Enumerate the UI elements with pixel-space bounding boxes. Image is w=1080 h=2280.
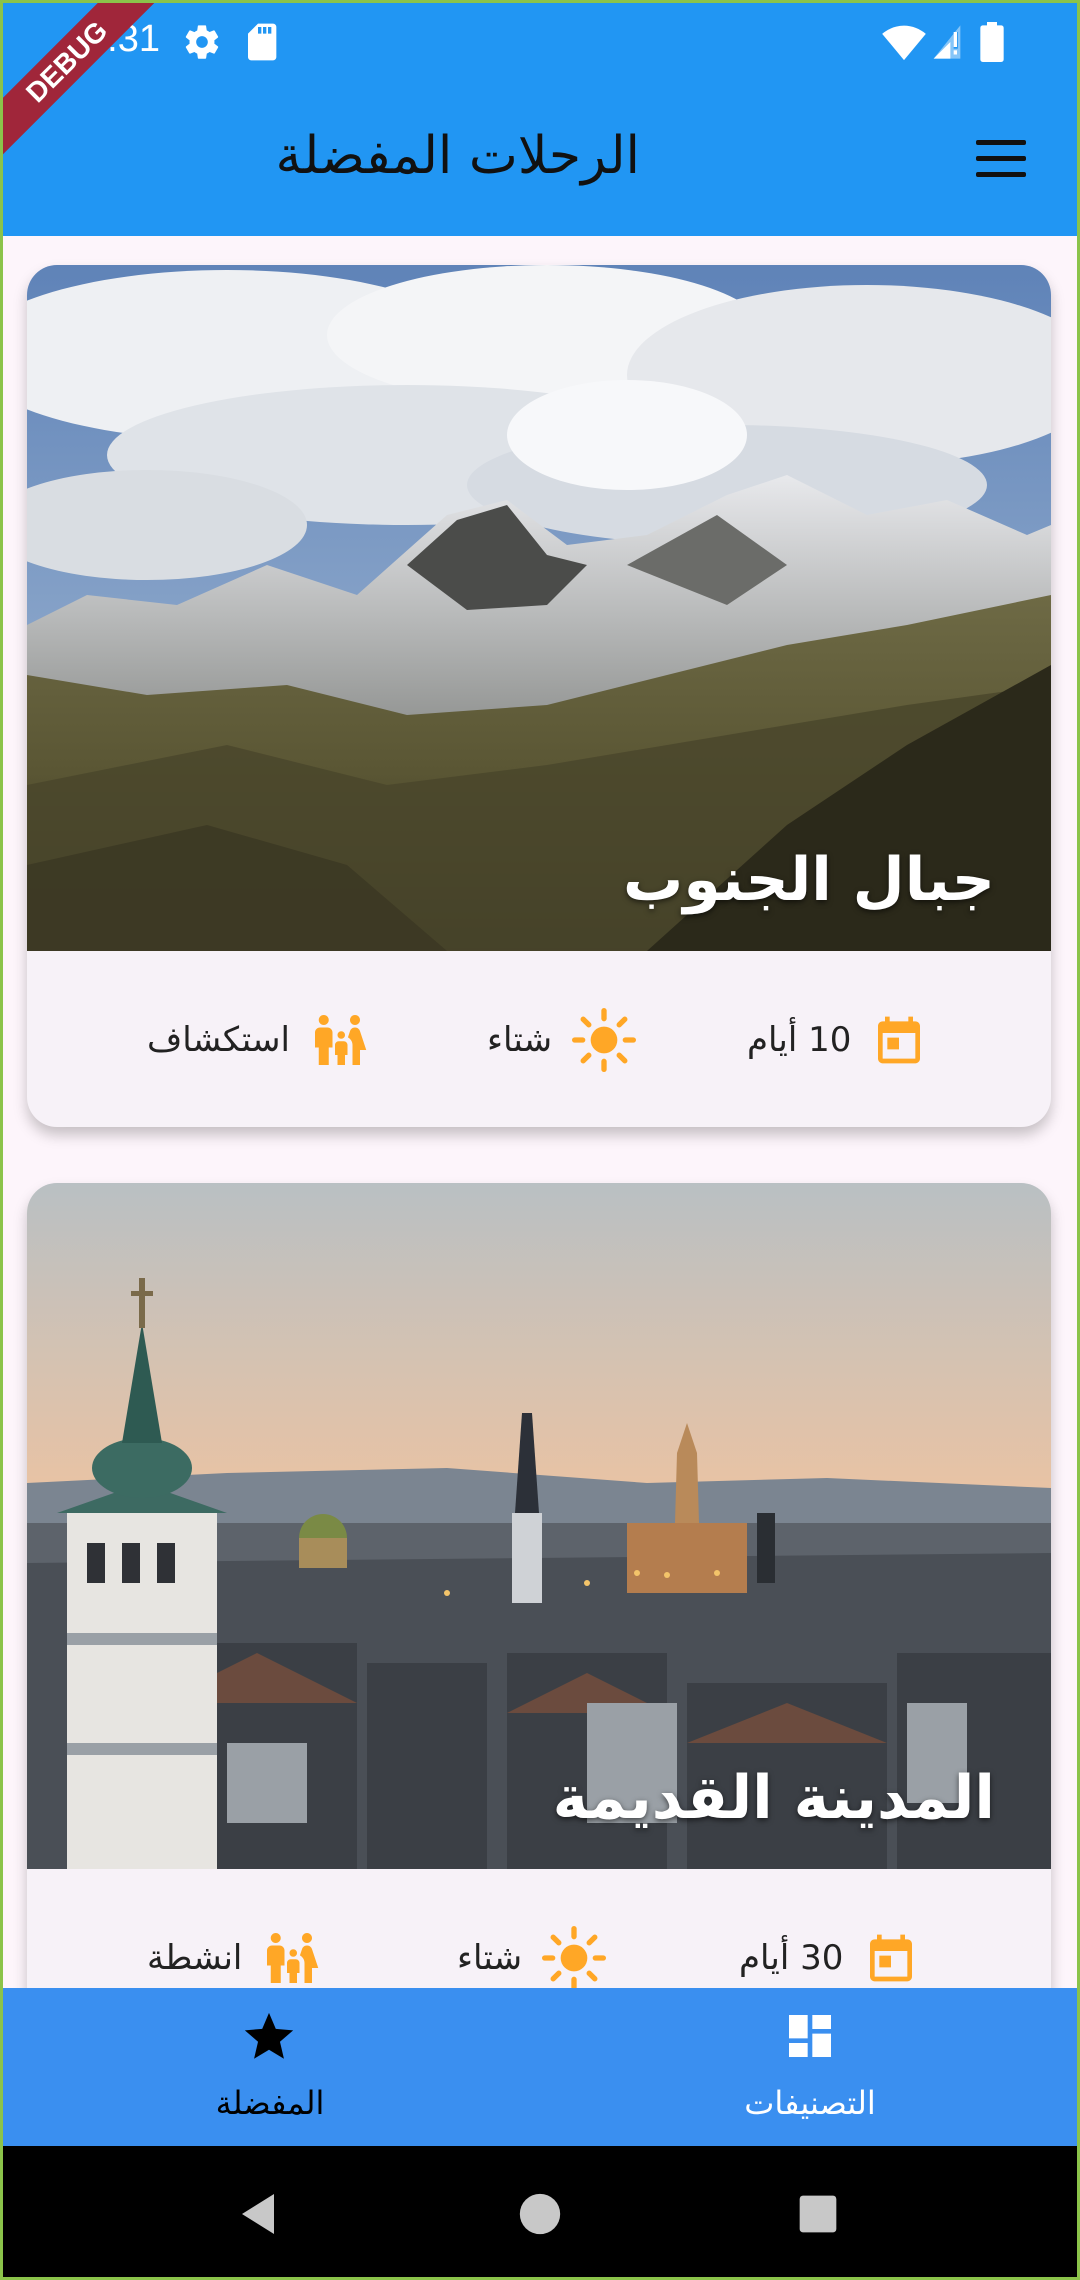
old-city-photo: المدينة القديمة (27, 1183, 1051, 1869)
menu-button[interactable] (972, 140, 1032, 180)
trip-type: انشطة (147, 1923, 322, 1993)
bottom-navigation: المفضلة التصنيفات (0, 1988, 1080, 2146)
trip-card[interactable]: جبال الجنوب 10 أيام شتاء استكشاف (27, 265, 1051, 1127)
calendar-icon (870, 1934, 913, 1982)
menu-icon-line (976, 156, 1026, 161)
nav-favorites-label: المفضلة (215, 2084, 325, 2122)
trip-duration: 10 أيام (747, 1005, 927, 1075)
system-navigation-bar (0, 2146, 1080, 2280)
wifi-icon (882, 25, 926, 61)
trip-duration-text: 10 أيام (747, 1020, 852, 1060)
family-icon (314, 1015, 367, 1065)
nav-categories-label: التصنيفات (744, 2084, 876, 2122)
menu-icon-line (976, 172, 1026, 177)
trip-type-text: انشطة (147, 1938, 243, 1978)
trip-season-text: شتاء (487, 1020, 553, 1060)
trip-card[interactable]: المدينة القديمة 30 أيام شتاء انشطة (27, 1183, 1051, 2083)
home-icon[interactable] (518, 2192, 562, 2236)
nav-favorites[interactable]: المفضلة (0, 1988, 540, 2146)
sun-icon (542, 1926, 607, 1990)
mountains-photo: جبال الجنوب (27, 265, 1051, 951)
battery-icon (980, 22, 1004, 62)
settings-icon (185, 25, 219, 59)
trip-info-row: 10 أيام شتاء استكشاف (27, 951, 1051, 1127)
trip-season: شتاء (457, 1923, 607, 1993)
trip-season-text: شتاء (457, 1938, 523, 1978)
family-icon (267, 1933, 319, 1983)
app-bar: DEBUG 1:31 الرحلات المفضلة (0, 0, 1080, 236)
trip-type-text: استكشاف (147, 1020, 290, 1060)
trip-duration: 30 أيام (739, 1923, 919, 1993)
star-icon (244, 2012, 294, 2059)
recents-icon[interactable] (798, 2194, 838, 2234)
nav-categories[interactable]: التصنيفات (540, 1988, 1080, 2146)
menu-icon (976, 140, 1026, 145)
sd-card-icon (248, 23, 277, 61)
trip-duration-text: 30 أيام (739, 1938, 844, 1978)
signal-icon (933, 25, 961, 59)
trip-season: شتاء (487, 1005, 637, 1075)
trip-title: جبال الجنوب (623, 845, 995, 915)
dashboard-icon (789, 2015, 831, 2057)
back-icon[interactable] (234, 2190, 282, 2238)
trip-title: المدينة القديمة (552, 1763, 995, 1833)
page-title: الرحلات المفضلة (275, 126, 640, 186)
calendar-icon (878, 1016, 921, 1064)
sun-icon (572, 1008, 637, 1072)
trip-type: استكشاف (147, 1005, 370, 1075)
